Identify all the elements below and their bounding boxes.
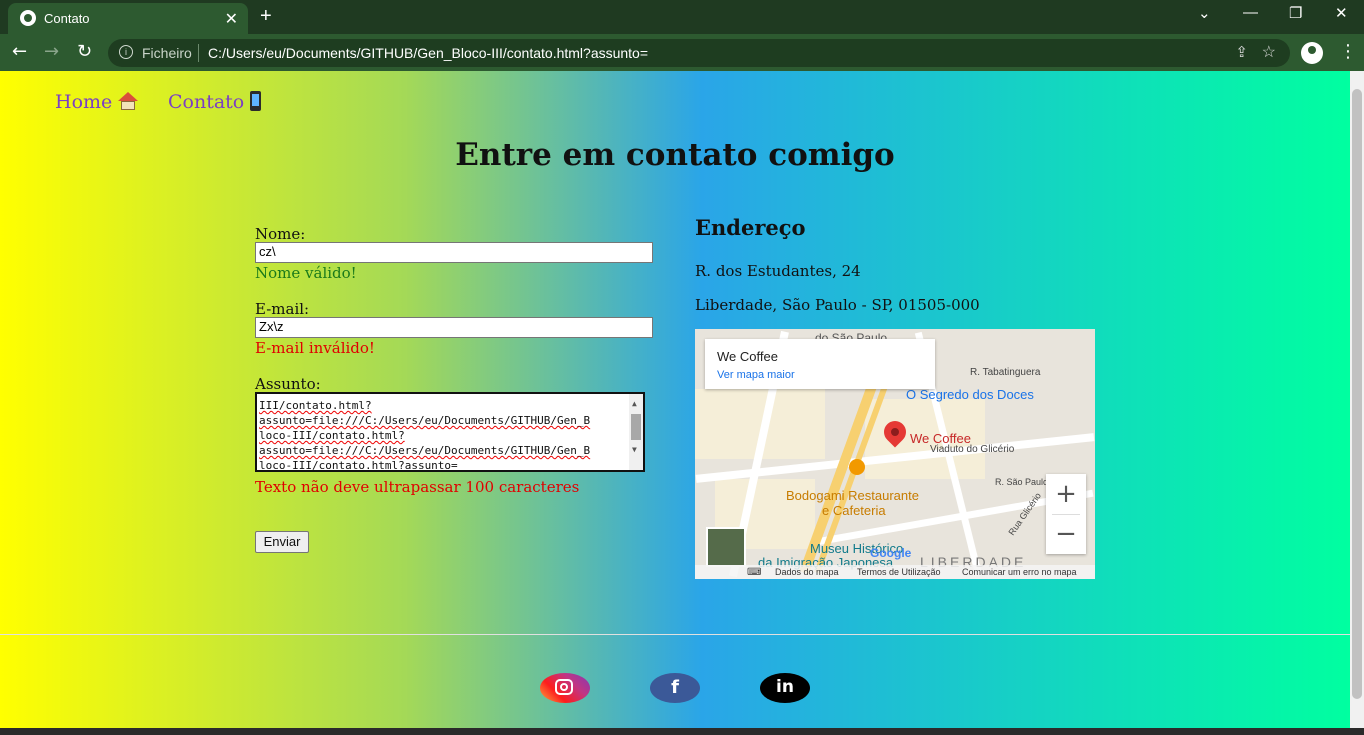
subject-line: assunto=file:///C:/Users/eu/Documents/GI…	[259, 444, 591, 457]
profile-avatar-icon[interactable]	[1301, 42, 1323, 64]
map-poi-label[interactable]: O Segredo dos Doces	[906, 387, 1034, 402]
subject-line: III/contato.html?	[259, 399, 372, 412]
scheme-label: Ficheiro	[142, 45, 192, 61]
map-terms-link[interactable]: Termos de Utilização	[857, 567, 941, 577]
forward-icon[interactable]: →	[44, 41, 59, 62]
address-bar[interactable]: i Ficheiro C:/Users/eu/Documents/GITHUB/…	[108, 39, 1290, 67]
page-scroll-thumb[interactable]	[1352, 89, 1362, 699]
restaurant-icon[interactable]	[849, 459, 865, 475]
map-poi-label[interactable]: Bodogami Restaurante	[786, 488, 919, 503]
map-street-label: Rua Glicério	[1006, 490, 1044, 538]
scroll-down-icon[interactable]: ▼	[632, 442, 637, 457]
map-place-card: We Coffee Ver mapa maior	[705, 339, 935, 389]
new-tab-button[interactable]: +	[260, 5, 272, 28]
house-icon	[118, 92, 139, 110]
larger-map-link[interactable]: Ver mapa maior	[717, 369, 795, 381]
scroll-up-icon[interactable]: ▲	[632, 396, 637, 411]
map-place-name: We Coffee	[717, 349, 778, 364]
close-window-button[interactable]: ✕	[1335, 4, 1348, 22]
email-field[interactable]: Zx\z	[255, 317, 653, 338]
page-title: Entre em contato comigo	[455, 137, 895, 173]
subject-line: assunto=file:///C:/Users/eu/Documents/GI…	[259, 414, 591, 427]
nav-home-link[interactable]: Home	[55, 91, 139, 113]
tab-search-icon[interactable]: ⌄	[1198, 4, 1211, 22]
map-data-link[interactable]: Dados do mapa	[775, 567, 839, 577]
subject-line: loco-III/contato.html?	[259, 429, 405, 442]
address-line-1: R. dos Estudantes, 24	[695, 262, 861, 280]
nav-home-label: Home	[55, 91, 113, 113]
subject-line: loco-III/contato.html?assunto=	[259, 459, 458, 472]
address-line-2: Liberdade, São Paulo - SP, 01505-000	[695, 296, 980, 314]
map-footer: ⌨ Dados do mapa Termos de Utilização Com…	[695, 565, 1095, 579]
reload-icon[interactable]: ↻	[77, 41, 92, 62]
restore-button[interactable]: ❐	[1289, 4, 1302, 22]
subject-label: Assunto:	[255, 375, 321, 393]
facebook-icon[interactable]: f	[650, 673, 700, 703]
page-scrollbar[interactable]	[1350, 71, 1364, 735]
embedded-map[interactable]: do São Paulo R. Tabatinguera O Segredo d…	[695, 329, 1095, 579]
minimize-button[interactable]: —	[1243, 4, 1258, 21]
divider	[198, 44, 199, 62]
instagram-icon[interactable]	[540, 673, 590, 703]
browser-toolbar: ← → ↻ i Ficheiro C:/Users/eu/Documents/G…	[0, 34, 1364, 71]
linkedin-icon[interactable]: in	[760, 673, 810, 703]
scroll-thumb[interactable]	[631, 414, 641, 440]
name-valid-message: Nome válido!	[255, 264, 357, 282]
satellite-toggle[interactable]	[706, 527, 746, 567]
browser-menu-icon[interactable]: ⋮	[1339, 41, 1357, 62]
taskbar	[0, 728, 1364, 735]
textarea-scrollbar[interactable]: ▲ ▼	[629, 394, 643, 470]
map-zoom-control: + −	[1046, 474, 1086, 554]
google-logo: Google	[870, 546, 912, 560]
subject-textarea[interactable]: III/contato.html? assunto=file:///C:/Use…	[255, 392, 645, 472]
nav-contact-link[interactable]: Contato	[168, 91, 262, 113]
tab-title: Contato	[44, 11, 90, 26]
address-heading: Endereço	[695, 215, 806, 240]
submit-button[interactable]: Enviar	[255, 531, 309, 553]
info-icon[interactable]: i	[119, 45, 133, 59]
footer-divider	[0, 634, 1350, 635]
zoom-out-button[interactable]: −	[1046, 514, 1086, 554]
name-field[interactable]: cz\	[255, 242, 653, 263]
mobile-phone-icon	[250, 91, 262, 111]
map-street-label: R. São Paulo	[995, 477, 1049, 487]
zoom-in-button[interactable]: +	[1046, 474, 1086, 514]
globe-icon	[20, 10, 36, 26]
tab-close-button[interactable]: ✕	[225, 9, 238, 29]
name-label: Nome:	[255, 225, 306, 243]
url-text[interactable]: C:/Users/eu/Documents/GITHUB/Gen_Bloco-I…	[208, 45, 648, 61]
map-report-link[interactable]: Comunicar um erro no mapa	[962, 567, 1077, 577]
browser-tab-bar: Contato ✕ + ⌄ — ❐ ✕	[0, 0, 1364, 34]
bookmark-star-icon[interactable]: ☆	[1262, 42, 1276, 62]
email-invalid-message: E-mail inválido!	[255, 339, 375, 357]
map-poi-label[interactable]: We Coffee	[910, 431, 971, 446]
subject-error-message: Texto não deve ultrapassar 100 caractere…	[255, 478, 580, 496]
nav-contact-label: Contato	[168, 91, 245, 113]
back-icon[interactable]: ←	[12, 41, 27, 62]
map-poi-label[interactable]: e Cafeteria	[822, 503, 886, 518]
share-icon[interactable]: ⇪	[1235, 43, 1248, 61]
page-viewport: Home Contato Entre em contato comigo Nom…	[0, 71, 1350, 735]
email-label: E-mail:	[255, 300, 310, 318]
browser-tab[interactable]: Contato ✕	[8, 3, 248, 34]
keyboard-icon[interactable]: ⌨	[747, 567, 761, 578]
map-street-label: R. Tabatinguera	[970, 367, 1041, 378]
